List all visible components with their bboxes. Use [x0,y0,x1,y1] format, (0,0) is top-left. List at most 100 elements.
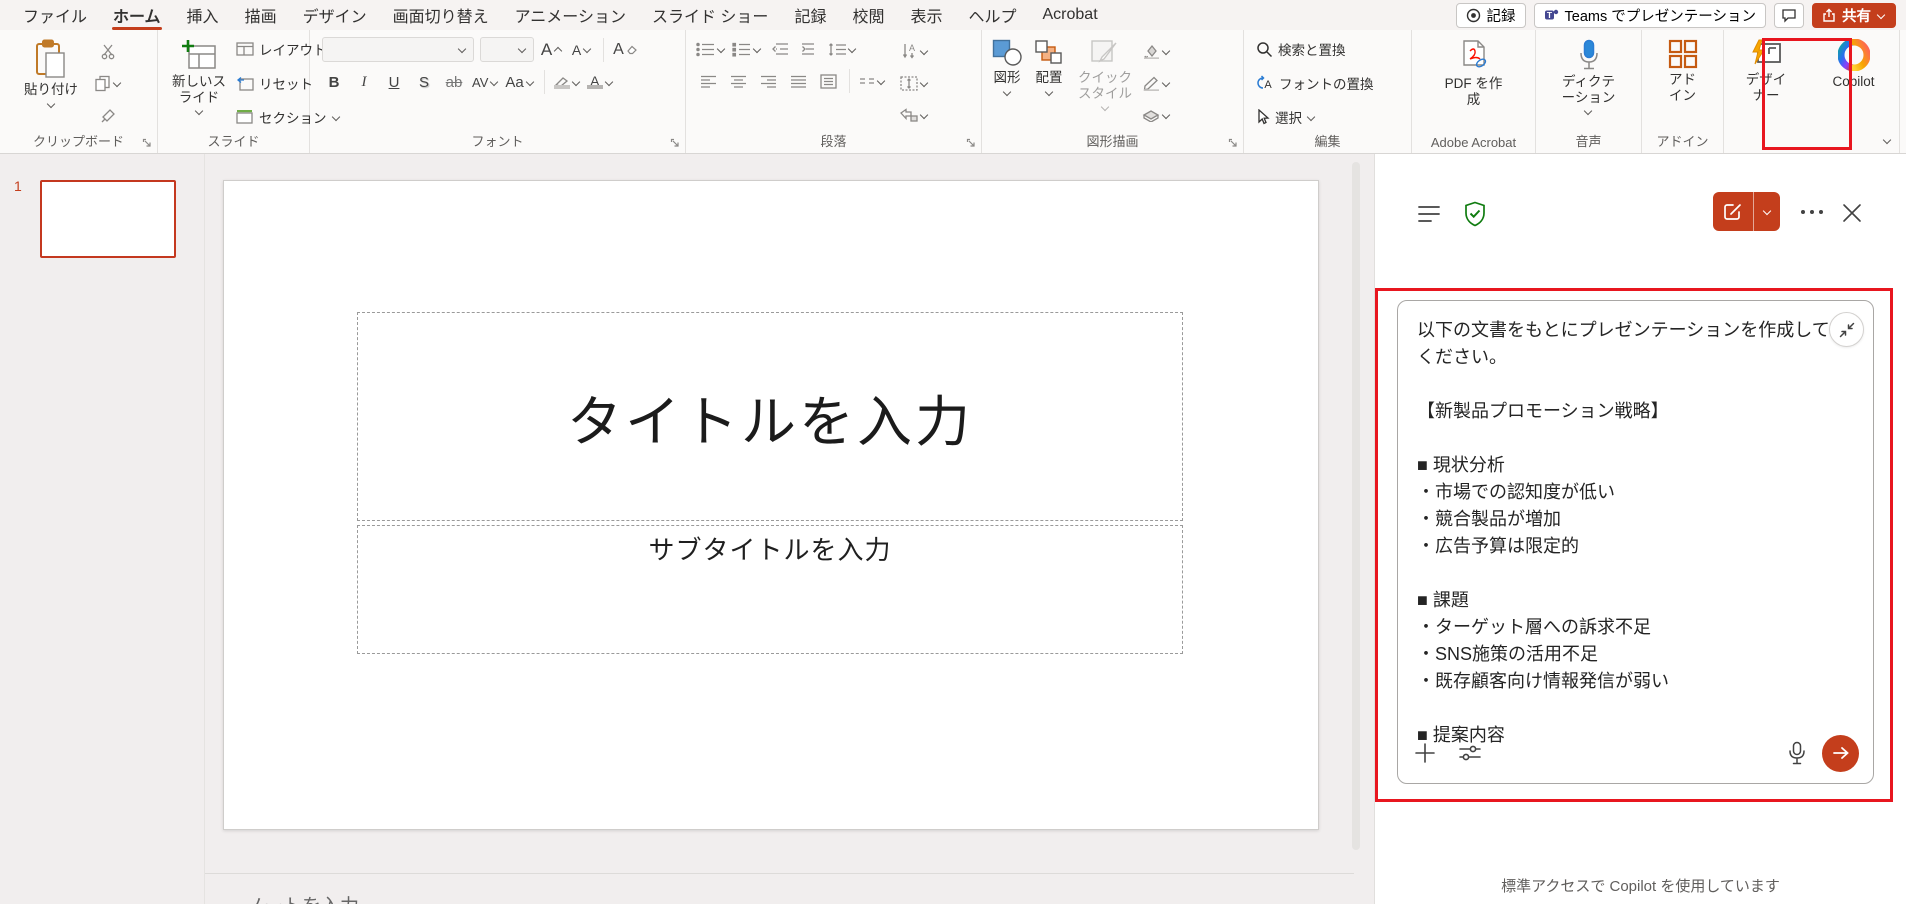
copilot-prompt-input[interactable]: 以下の文書をもとにプレゼンテーションを作成して ください。 【新製品プロモーショ… [1397,300,1874,784]
shrink-font-button[interactable]: A [570,38,594,62]
voice-input-button[interactable] [1788,741,1806,765]
quick-styles-button[interactable]: クイック スタイル [1072,37,1138,113]
character-spacing-button[interactable]: AV [472,70,499,94]
paste-button[interactable]: 貼り付け [20,37,82,110]
align-left-button[interactable] [696,69,720,93]
collapse-ribbon-chevron[interactable] [1883,131,1892,149]
ribbon-group-designer: デザイナー [1724,30,1808,153]
shape-fill-button[interactable] [1142,39,1171,63]
dictation-button[interactable]: ディクテーション [1553,37,1625,117]
bullets-button[interactable] [696,37,726,61]
font-name-combo[interactable] [322,37,474,62]
increase-indent-button[interactable] [798,37,822,61]
shapes-button[interactable]: 図形 [988,37,1026,98]
arrange-button[interactable]: 配置 [1030,37,1068,98]
title-placeholder[interactable]: タイトルを入力 [357,312,1183,521]
change-case-button[interactable]: Aa [505,70,534,94]
text-direction-button[interactable]: A [900,39,929,63]
cut-button[interactable] [94,39,122,63]
share-button[interactable]: 共有 [1812,3,1896,28]
font-size-chevron [518,46,527,53]
italic-button[interactable]: I [352,70,376,94]
tab-design[interactable]: デザイン [290,0,380,30]
select-button[interactable]: 選択 [1256,107,1374,127]
close-panel-button[interactable] [1841,202,1863,224]
underline-button[interactable]: U [382,70,406,94]
designer-button[interactable]: デザイナー [1740,37,1792,105]
notes-placeholder[interactable]: ノートを入力 [245,891,359,904]
plus-icon [1414,742,1436,764]
replace-fonts-button[interactable]: Aフォントの置換 [1256,73,1374,93]
create-pdf-button[interactable]: PDF を作成 [1440,37,1508,109]
font-name-chevron [458,46,467,53]
tab-acrobat[interactable]: Acrobat [1030,0,1111,30]
decrease-indent-button[interactable] [768,37,792,61]
collapse-input-button[interactable] [1829,312,1864,347]
tab-review[interactable]: 校閲 [839,0,897,30]
strikethrough-button[interactable]: ab [442,70,466,94]
drawing-dialog-launcher[interactable] [1228,138,1239,149]
svg-text:A: A [908,43,914,53]
tab-home[interactable]: ホーム [100,0,174,30]
close-icon [1841,202,1863,224]
new-slide-button[interactable]: 新しいスライド [166,37,232,117]
align-text-button[interactable] [900,71,929,95]
ribbon-group-voice: ディクテーション 音声 [1536,30,1642,153]
line-spacing-button[interactable] [828,37,857,61]
new-chat-button[interactable] [1713,192,1753,231]
tab-record[interactable]: 記録 [781,0,839,30]
subtitle-placeholder[interactable]: サブタイトルを入力 [357,525,1183,654]
paragraph-dialog-launcher[interactable] [966,138,977,149]
format-painter-button[interactable] [94,103,122,127]
find-replace-button[interactable]: 検索と置換 [1256,39,1374,59]
font-dialog-launcher[interactable] [670,138,681,149]
menu-bar: ファイル ホーム 挿入 描画 デザイン 画面切り替え アニメーション スライド … [0,0,1906,30]
new-chat-dropdown-button[interactable] [1753,192,1780,231]
align-center-button[interactable] [726,69,750,93]
tab-transitions[interactable]: 画面切り替え [380,0,502,30]
present-in-teams-button[interactable]: T Teams でプレゼンテーション [1534,3,1766,28]
align-right-button[interactable] [756,69,780,93]
tab-file[interactable]: ファイル [10,0,100,30]
bold-button[interactable]: B [322,70,346,94]
columns-button[interactable] [859,69,886,93]
protected-shield-button[interactable] [1463,201,1487,227]
workspace-scrollbar[interactable] [1352,162,1360,850]
copilot-logo-icon [1838,39,1870,71]
comments-button[interactable] [1774,3,1804,28]
copilot-menu-button[interactable] [1417,204,1441,224]
tab-slideshow[interactable]: スライド ショー [639,0,781,30]
numbering-button[interactable] [732,37,762,61]
highlight-color-button[interactable] [554,70,581,94]
tab-view[interactable]: 表示 [897,0,955,30]
shape-effects-button[interactable] [1142,103,1171,127]
font-color-button[interactable]: A [587,70,614,94]
more-options-button[interactable] [1799,208,1825,216]
notes-pane-divider[interactable] [205,873,1354,874]
tab-animations[interactable]: アニメーション [502,0,639,30]
slide-canvas[interactable]: タイトルを入力 サブタイトルを入力 [223,180,1319,830]
tab-insert[interactable]: 挿入 [174,0,232,30]
copilot-button[interactable]: Copilot [1828,37,1878,92]
font-size-combo[interactable] [480,37,534,62]
ribbon-group-acrobat: PDF を作成 Adobe Acrobat [1412,30,1536,153]
tab-draw[interactable]: 描画 [232,0,290,30]
tab-help[interactable]: ヘルプ [955,0,1029,30]
shape-outline-button[interactable] [1142,71,1171,95]
prompt-options-button[interactable] [1458,743,1482,763]
copy-button[interactable] [94,71,122,95]
distribute-text-button[interactable] [816,69,840,93]
record-button[interactable]: 記録 [1456,3,1526,28]
ribbon: 貼り付け クリップボード 新しいスライド レイアウト リセット セクション [0,30,1906,154]
clear-formatting-button[interactable]: A [613,38,637,62]
send-prompt-button[interactable] [1822,735,1859,772]
slide-thumbnail-1[interactable] [40,180,176,258]
ribbon-group-slides: 新しいスライド レイアウト リセット セクション スライド [158,30,310,153]
text-shadow-button[interactable]: S [412,70,436,94]
clipboard-dialog-launcher[interactable] [142,138,153,149]
justify-button[interactable] [786,69,810,93]
convert-to-smartart-button[interactable] [900,103,929,127]
add-content-button[interactable] [1414,742,1436,764]
grow-font-button[interactable]: A [540,38,564,62]
addins-button[interactable]: アドイン [1662,37,1704,105]
